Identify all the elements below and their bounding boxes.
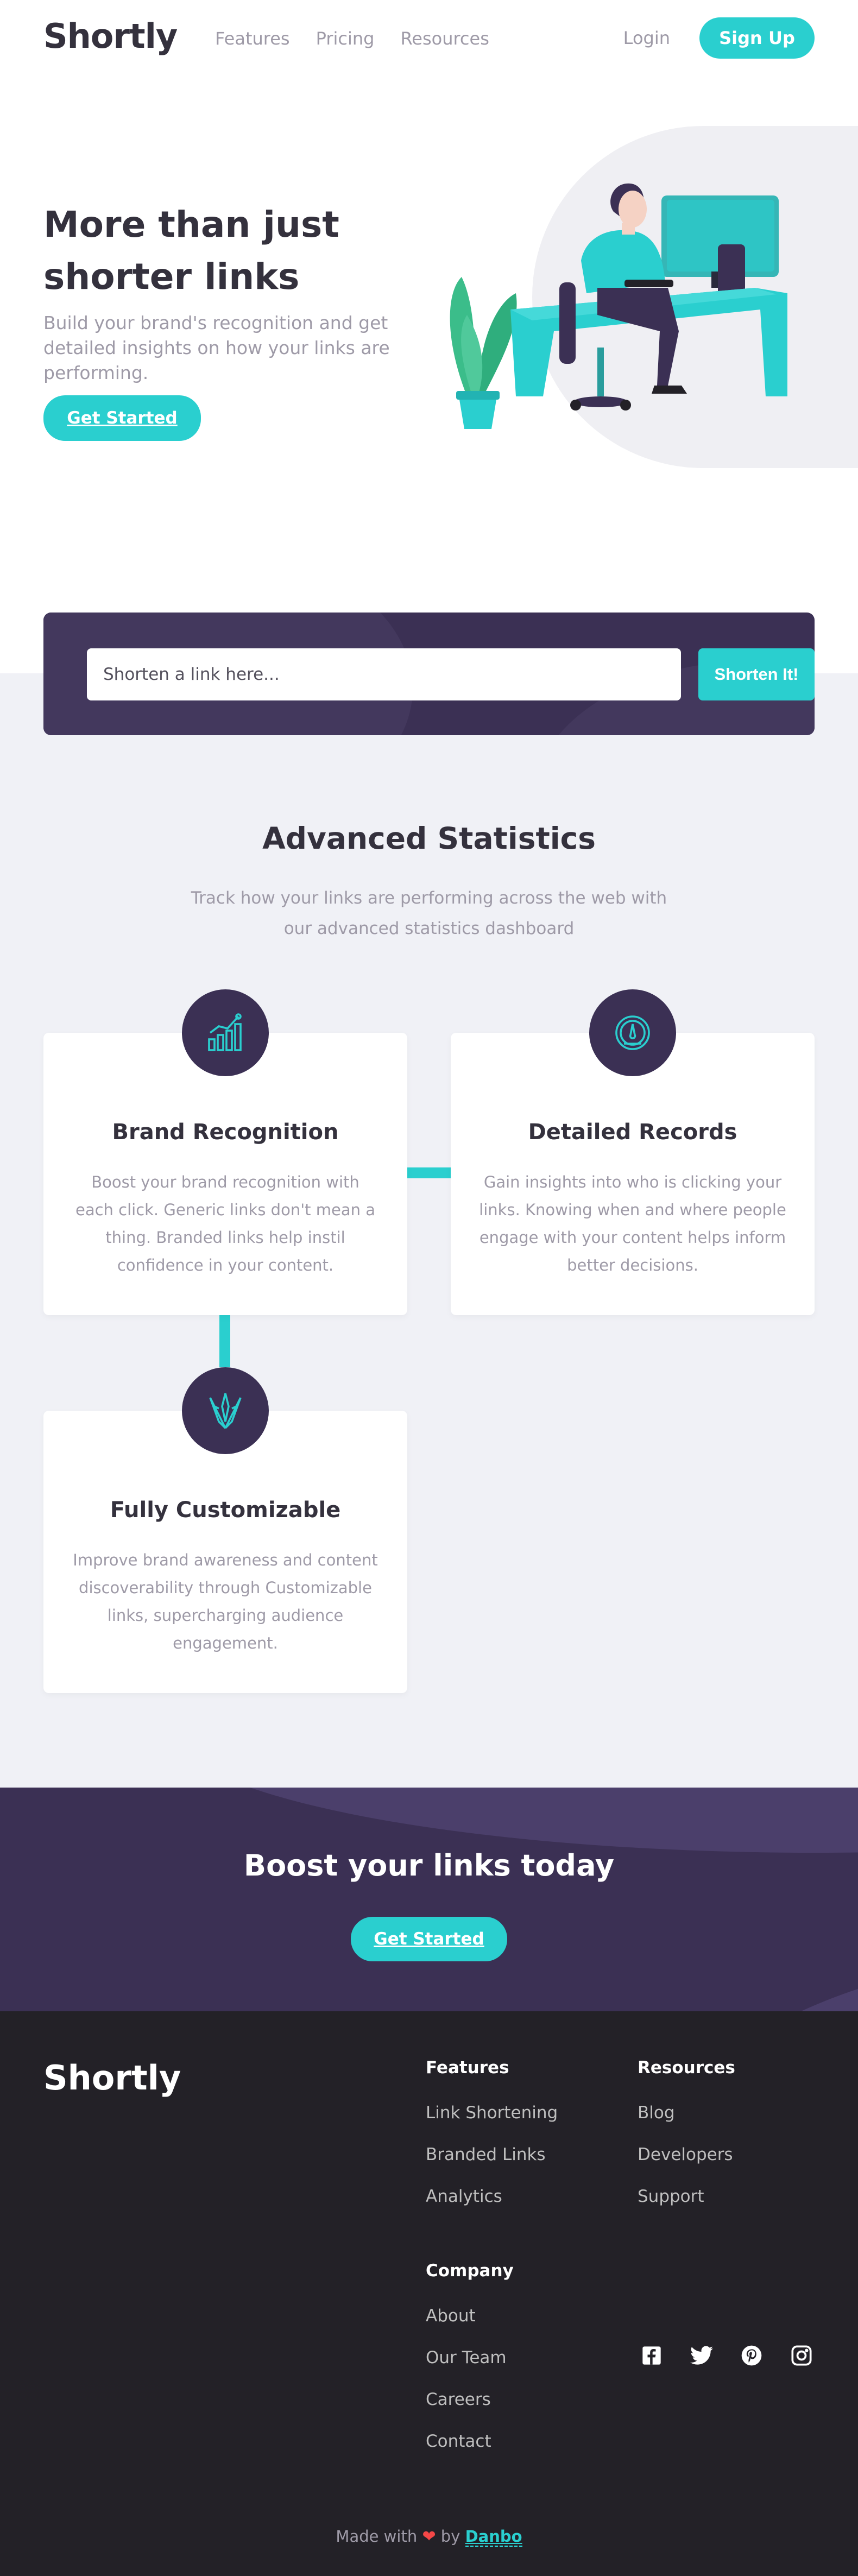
card-title: Fully Customizable <box>110 1498 341 1523</box>
made-with-text: Made with <box>336 2527 418 2546</box>
footer-link-our-team[interactable]: Our Team <box>426 2346 514 2369</box>
card-text: Boost your brand recognition with each c… <box>75 1173 375 1274</box>
site-header: Shortly Features Pricing Resources Login… <box>0 0 858 76</box>
boost-background-wave <box>694 1917 858 2011</box>
shorten-button[interactable]: Shorten It! <box>698 648 815 700</box>
boost-section: Boost your links today Get Started <box>0 1788 858 2011</box>
hero-title: More than just shorter links <box>43 204 339 298</box>
card-text: Improve brand awareness and content disc… <box>73 1551 378 1652</box>
brush-pen-icon <box>182 1367 269 1454</box>
card-connector <box>219 1315 230 1367</box>
signup-button[interactable]: Sign Up <box>699 17 815 59</box>
shorten-form: Shorten It! <box>43 613 815 735</box>
footer-link-about[interactable]: About <box>426 2304 514 2327</box>
boost-background-wave <box>163 1788 858 1853</box>
footer-column-features: Features Link Shortening Branded Links A… <box>426 2058 558 2227</box>
bar-chart-icon <box>182 989 269 1076</box>
hero-section: More than just shorter links Build your … <box>0 76 858 673</box>
heart-icon: ❤ <box>422 2527 436 2546</box>
footer-link-support[interactable]: Support <box>638 2185 735 2208</box>
made-by-text: by <box>440 2527 460 2546</box>
card-connector <box>407 1167 451 1178</box>
social-links <box>640 2344 813 2367</box>
footer-logo[interactable]: Shortly <box>43 2058 181 2098</box>
footer-link-branded-links[interactable]: Branded Links <box>426 2143 558 2166</box>
shorten-link-input[interactable] <box>87 648 681 700</box>
facebook-icon[interactable] <box>640 2344 664 2367</box>
footer-column-company: Company About Our Team Careers Contact <box>426 2261 514 2472</box>
logo[interactable]: Shortly <box>43 16 178 56</box>
footer-link-blog[interactable]: Blog <box>638 2101 735 2124</box>
boost-get-started-button[interactable]: Get Started <box>351 1917 507 1961</box>
boost-title: Boost your links today <box>243 1848 615 1883</box>
hero-get-started-button[interactable]: Get Started <box>43 395 201 441</box>
auth-links: Login Sign Up <box>623 17 815 59</box>
author-link[interactable]: Danbo <box>465 2527 522 2547</box>
main-nav: Features Pricing Resources <box>215 28 489 49</box>
twitter-icon[interactable] <box>690 2344 714 2367</box>
footer-link-link-shortening[interactable]: Link Shortening <box>426 2101 558 2124</box>
statistics-title: Advanced Statistics <box>262 821 596 856</box>
nav-link-pricing[interactable]: Pricing <box>316 28 375 49</box>
card-text: Gain insights into who is clicking your … <box>479 1173 786 1274</box>
instagram-icon[interactable] <box>790 2344 813 2367</box>
footer-column-resources: Resources Blog Developers Support <box>638 2058 735 2227</box>
stat-card-detailed-records: Detailed Records Gain insights into who … <box>451 989 815 1315</box>
footer-link-developers[interactable]: Developers <box>638 2143 735 2166</box>
nav-link-features[interactable]: Features <box>215 28 290 49</box>
footer-link-contact[interactable]: Contact <box>426 2430 514 2453</box>
card-title: Detailed Records <box>528 1120 737 1145</box>
footer-column-title: Features <box>426 2058 509 2078</box>
statistics-description: Track how your links are performing acro… <box>191 888 667 938</box>
speedometer-icon <box>589 989 676 1076</box>
stat-card-brand-recognition: Brand Recognition Boost your brand recog… <box>43 989 407 1315</box>
working-person-illustration <box>450 183 787 429</box>
login-link[interactable]: Login <box>623 28 670 48</box>
footer-column-title: Company <box>426 2261 514 2281</box>
footer-column-title: Resources <box>638 2058 735 2078</box>
nav-link-resources[interactable]: Resources <box>400 28 489 49</box>
site-footer: Shortly Features Link Shortening Branded… <box>0 2011 858 2576</box>
stat-card-fully-customizable: Fully Customizable Improve brand awarene… <box>43 1367 407 1693</box>
footer-link-analytics[interactable]: Analytics <box>426 2185 558 2208</box>
pinterest-icon[interactable] <box>740 2344 764 2367</box>
card-title: Brand Recognition <box>112 1120 339 1145</box>
made-with-credit: Made with ❤ by Danbo <box>0 2527 858 2547</box>
footer-link-careers[interactable]: Careers <box>426 2388 514 2411</box>
hero-description: Build your brand's recognition and get d… <box>43 312 390 383</box>
